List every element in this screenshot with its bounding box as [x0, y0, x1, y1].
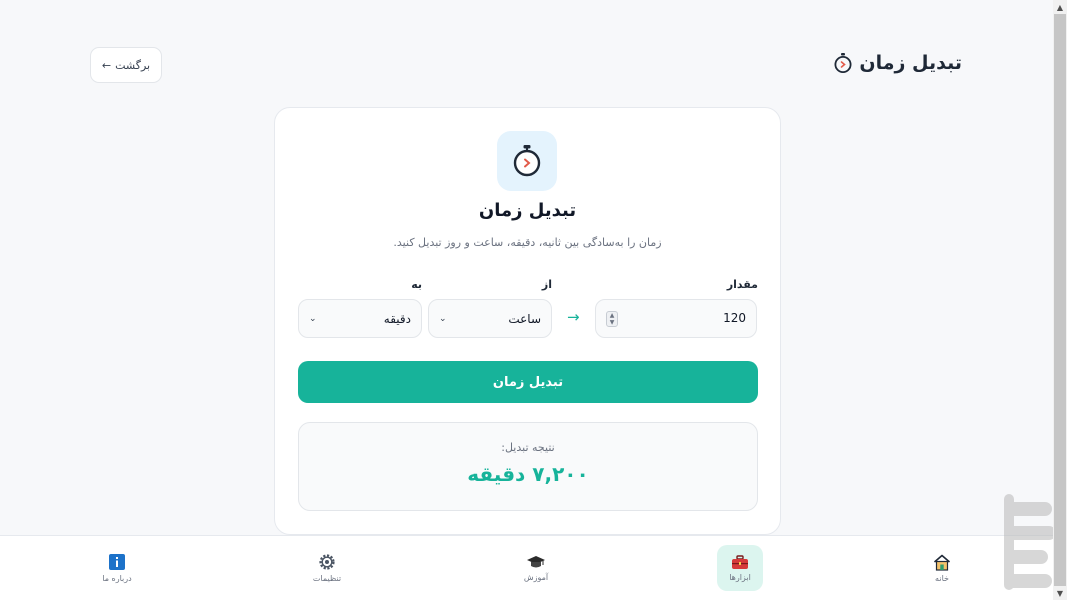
result-box: نتیجه تبدیل: ۷,۲۰۰ دقیقه — [298, 422, 758, 511]
nav-item-settings[interactable]: تنظیمات — [304, 545, 350, 591]
card-description: زمان را به‌سادگی بین ثانیه، دقیقه، ساعت … — [393, 236, 662, 249]
back-button[interactable]: برگشت ← — [90, 47, 162, 83]
gear-icon — [319, 554, 335, 570]
to-unit-value: دقیقه — [383, 311, 411, 326]
convert-button[interactable]: تبدیل زمان — [298, 361, 758, 403]
nav-label: خانه — [935, 573, 949, 583]
number-stepper[interactable]: ▲ ▼ — [606, 311, 618, 327]
back-button-label: برگشت — [115, 58, 151, 72]
from-unit-value: ساعت — [508, 311, 541, 326]
result-value: ۷,۲۰۰ دقیقه — [467, 462, 589, 486]
to-unit-select[interactable]: دقیقه ⌄ — [298, 299, 422, 338]
nav-item-education[interactable]: آموزش — [513, 545, 559, 591]
to-label: به — [411, 278, 422, 291]
page-header: تبدیل زمان — [833, 52, 962, 74]
nav-label: ابزارها — [729, 572, 751, 582]
nav-label: آموزش — [523, 573, 549, 582]
info-icon — [109, 554, 125, 570]
bottom-navigation: خانه ابزارها آموزش تنظیمات درباره ما — [0, 535, 1053, 600]
nav-label: تنظیمات — [312, 574, 342, 583]
nav-item-home[interactable]: خانه — [919, 545, 965, 591]
stepper-up-icon[interactable]: ▲ — [610, 312, 615, 319]
home-icon — [933, 554, 951, 571]
stepper-down-icon[interactable]: ▼ — [610, 319, 615, 326]
app-viewport: تبدیل زمان برگشت ← تبدیل زمان زمان را به… — [0, 0, 1067, 600]
converter-card: تبدیل زمان زمان را به‌سادگی بین ثانیه، د… — [274, 107, 781, 535]
nav-item-about[interactable]: درباره ما — [94, 545, 140, 591]
card-icon-tile — [497, 131, 557, 191]
amount-label: مقدار — [726, 278, 758, 291]
stopwatch-icon — [513, 145, 541, 177]
scrollbar-thumb[interactable] — [1054, 14, 1066, 586]
card-title: تبدیل زمان — [478, 200, 577, 221]
arrow-left-icon: ← — [101, 58, 112, 72]
amount-value: 120 — [723, 311, 746, 325]
result-label: نتیجه تبدیل: — [501, 441, 555, 454]
from-unit-select[interactable]: ساعت ⌄ — [428, 299, 552, 338]
nav-label: درباره ما — [102, 574, 132, 583]
page-title: تبدیل زمان — [859, 52, 962, 74]
from-label: از — [541, 278, 552, 291]
scroll-up-icon[interactable]: ▲ — [1053, 0, 1067, 14]
graduation-cap-icon — [527, 556, 545, 568]
scroll-down-icon[interactable]: ▼ — [1053, 586, 1067, 600]
vertical-scrollbar[interactable]: ▲ ▼ — [1053, 0, 1067, 600]
arrow-right-icon: → — [567, 308, 580, 326]
nav-item-tools[interactable]: ابزارها — [717, 545, 763, 591]
stopwatch-icon — [834, 53, 852, 73]
amount-input[interactable]: 120 ▲ ▼ — [595, 299, 757, 338]
toolbox-icon — [732, 554, 748, 569]
chevron-down-icon: ⌄ — [309, 313, 317, 324]
chevron-down-icon: ⌄ — [439, 313, 447, 324]
